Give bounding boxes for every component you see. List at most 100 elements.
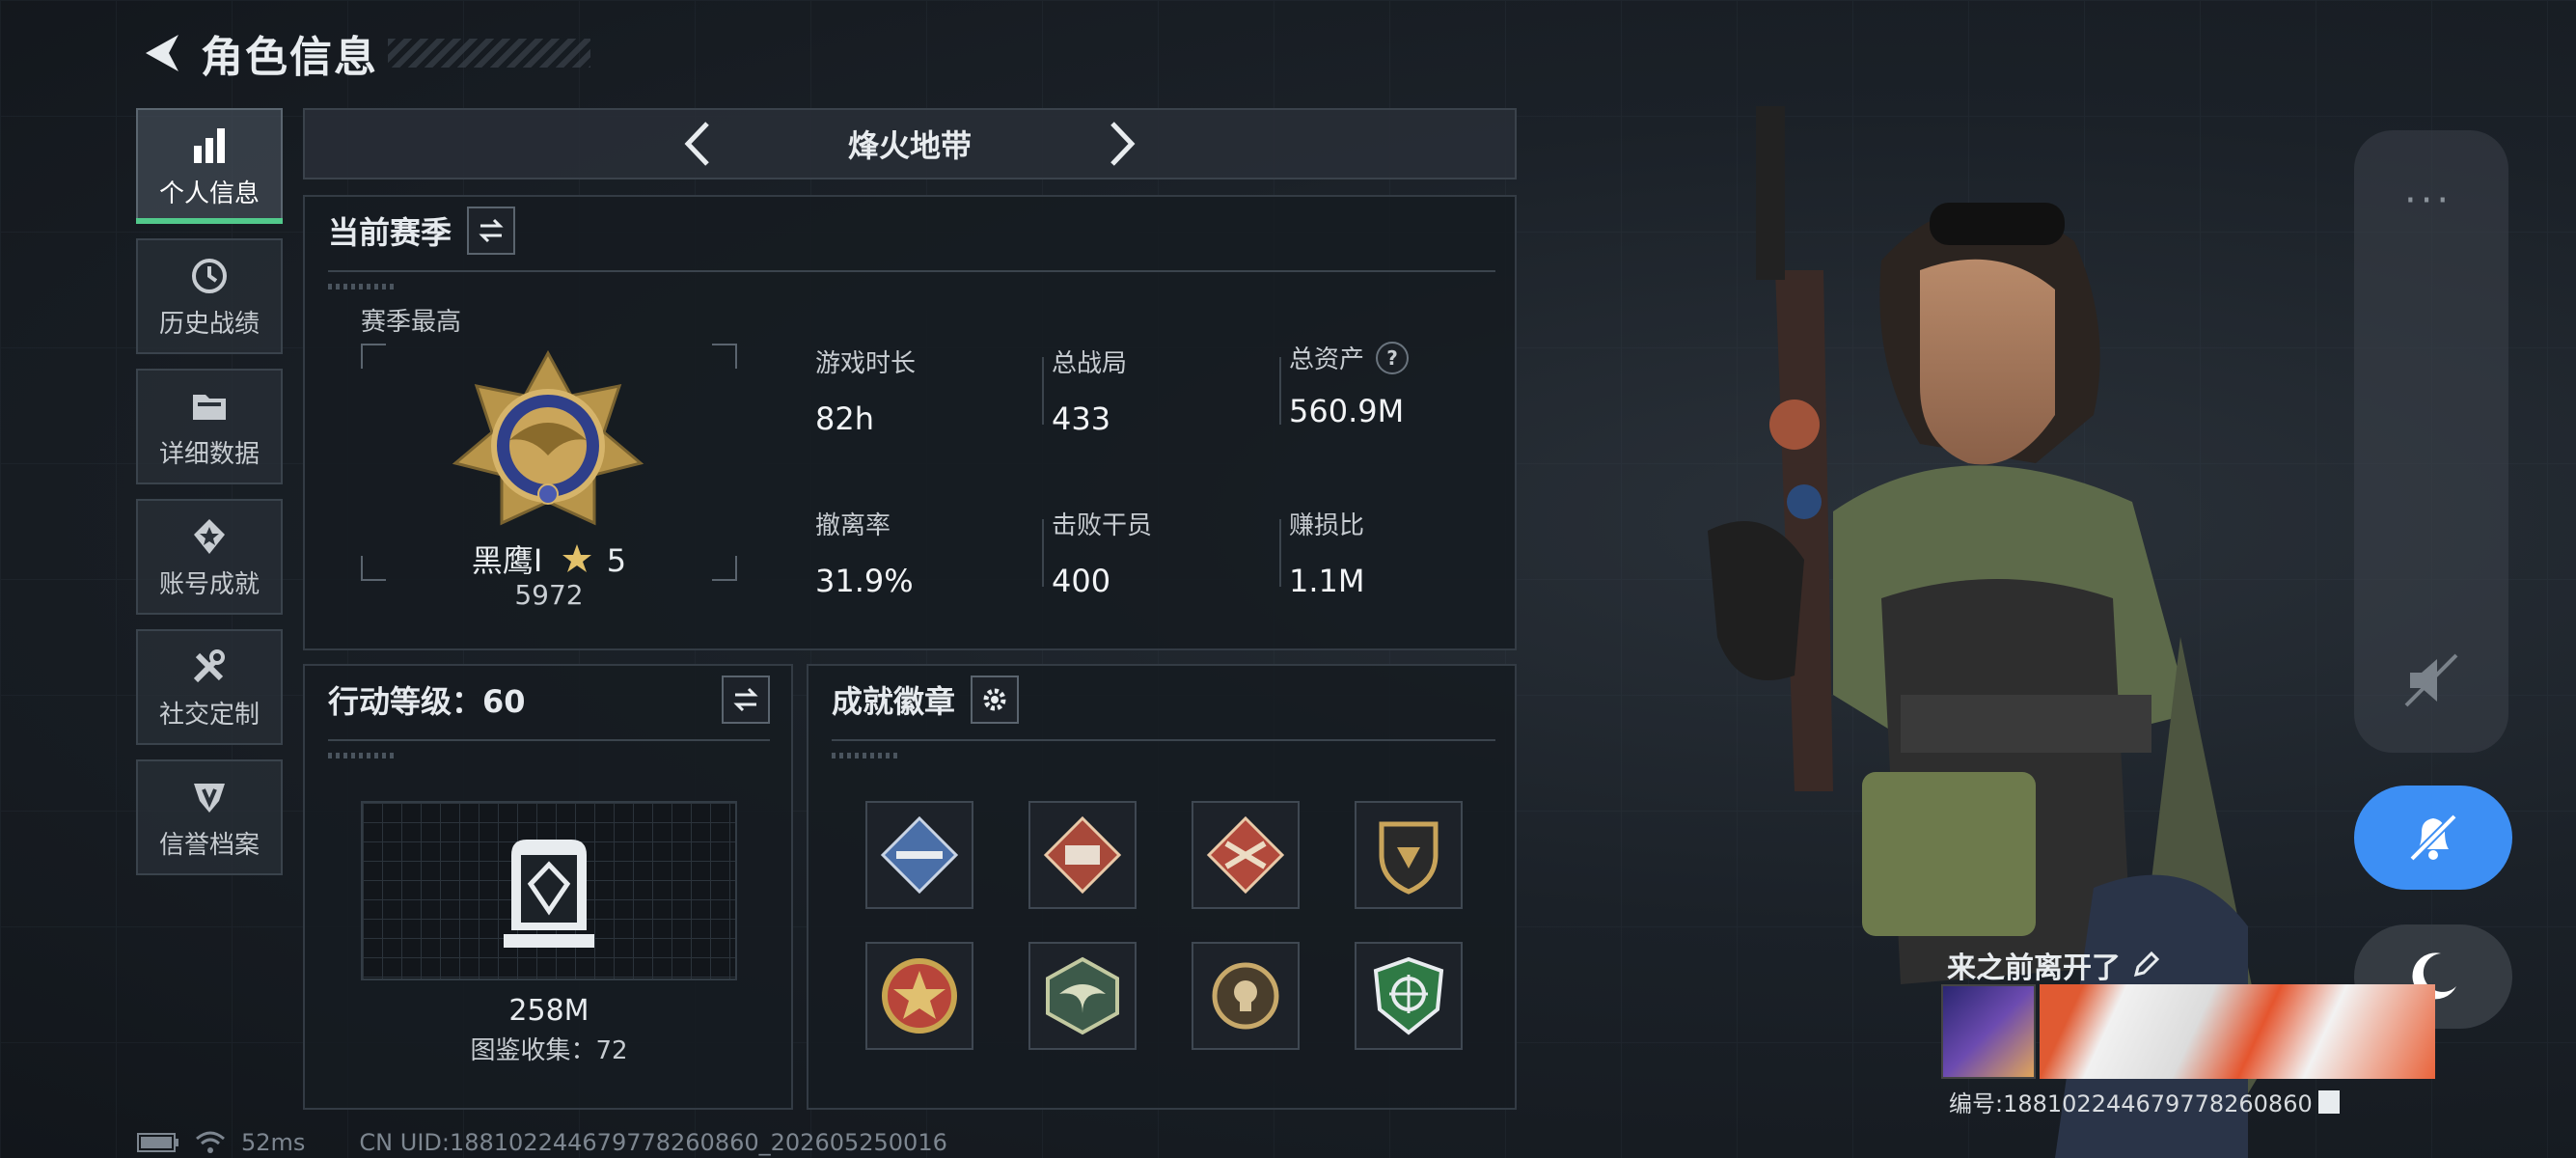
chevron-right-icon xyxy=(1110,122,1136,166)
decor-dashes xyxy=(328,284,394,290)
sidebar-item-social[interactable]: 社交定制 xyxy=(136,629,283,745)
level-switch-button[interactable] xyxy=(722,676,770,724)
speaker-mute-icon[interactable] xyxy=(2402,651,2460,709)
badges-divider xyxy=(832,739,1495,741)
sidebar-item-label: 个人信息 xyxy=(158,179,260,208)
copy-icon[interactable] xyxy=(2317,1089,2340,1114)
shield-icon xyxy=(187,775,232,819)
more-dots-icon[interactable]: ··· xyxy=(2404,179,2453,223)
stat-play-time: 游戏时长 82h xyxy=(815,344,916,437)
crossed-guns-badge-icon xyxy=(1206,815,1285,895)
swap-icon xyxy=(733,687,758,712)
next-mode-button[interactable] xyxy=(1093,115,1151,173)
notification-mute-button[interactable] xyxy=(2354,786,2512,890)
stat-total-matches: 总战局 433 xyxy=(1052,344,1127,437)
prev-mode-button[interactable] xyxy=(669,115,726,173)
sidebar-item-label: 社交定制 xyxy=(158,700,260,730)
truck-badge-icon xyxy=(1043,815,1122,895)
stat-value: 560.9M xyxy=(1289,393,1405,429)
sidebar-item-personal-info[interactable]: 个人信息 xyxy=(136,108,283,224)
stat-label: 击败干员 xyxy=(1052,511,1153,540)
profile-banner[interactable] xyxy=(2040,984,2435,1079)
serial-text: 编号:188102244679778260860 xyxy=(1949,1090,2313,1117)
badge-slot[interactable] xyxy=(865,942,973,1050)
nickname-text: 来之前离开了 xyxy=(1947,951,2121,985)
decor-dashes xyxy=(328,753,394,758)
back-button[interactable] xyxy=(135,26,189,80)
season-switch-button[interactable] xyxy=(467,207,516,255)
collection-count: 图鉴收集：72 xyxy=(470,1036,628,1065)
tools-icon xyxy=(187,645,232,689)
season-best-label: 赛季最高 xyxy=(361,308,462,337)
page-title: 角色信息 xyxy=(201,33,378,82)
display-case-icon xyxy=(504,840,594,948)
serial-number: 编号:188102244679778260860 xyxy=(1949,1085,2340,1118)
collection-value: 258M xyxy=(508,994,589,1028)
back-arrow-icon xyxy=(146,35,178,71)
rifle-badge-icon xyxy=(880,815,959,895)
badge-slot[interactable] xyxy=(1355,801,1463,909)
sidebar-item-detailed-data[interactable]: 详细数据 xyxy=(136,369,283,484)
stat-value: 82h xyxy=(815,400,874,437)
edit-pencil-icon[interactable] xyxy=(2132,951,2159,979)
stat-profit-ratio: 赚损比 1.1M xyxy=(1289,506,1365,599)
badge-slot[interactable] xyxy=(1028,801,1137,909)
badge-slot[interactable] xyxy=(1355,942,1463,1050)
stat-label-text: 总资产 xyxy=(1289,345,1365,374)
sidebar-item-label: 详细数据 xyxy=(158,439,260,469)
stat-value: 433 xyxy=(1052,400,1111,437)
stat-divider xyxy=(1279,519,1281,587)
mode-selector: 烽火地带 xyxy=(303,108,1517,179)
badge-slot[interactable] xyxy=(1192,942,1300,1050)
level-header: 行动等级：60 xyxy=(328,676,770,724)
shield-badge-icon xyxy=(1379,821,1439,895)
season-header: 当前赛季 xyxy=(328,207,516,255)
avatar[interactable] xyxy=(1941,984,2036,1079)
stat-value: 400 xyxy=(1052,563,1111,599)
history-icon xyxy=(187,254,232,298)
status-bar: 52ms CN UID:18810224467977826086​0_20260… xyxy=(137,1129,947,1156)
help-button[interactable]: ? xyxy=(1376,341,1410,374)
target-badge-icon xyxy=(1373,956,1444,1035)
bell-off-icon xyxy=(2409,813,2457,862)
stat-kills: 击败干员 400 xyxy=(1052,506,1152,599)
sidebar-item-history[interactable]: 历史战绩 xyxy=(136,238,283,354)
title-decoration xyxy=(388,39,590,68)
header: 角色信息 xyxy=(135,21,590,85)
stat-label: 总资产 ? xyxy=(1289,340,1410,375)
badge-slot[interactable] xyxy=(865,801,973,909)
rank-name: 黑鹰I 5 xyxy=(361,537,737,581)
sidebar-item-achievements[interactable]: 账号成就 xyxy=(136,499,283,615)
stat-divider xyxy=(1042,357,1044,425)
mode-title: 烽火地带 xyxy=(847,127,972,164)
sidebar: 个人信息 历史战绩 详细数据 账号成就 社交定制 信誉档案 xyxy=(136,108,283,890)
sidebar-item-label: 账号成就 xyxy=(158,569,260,599)
gear-icon xyxy=(983,688,1006,711)
badge-slot[interactable] xyxy=(1192,801,1300,909)
rank-name-text: 黑鹰I xyxy=(471,542,543,579)
season-divider xyxy=(328,270,1495,272)
badge-slot[interactable] xyxy=(1028,942,1137,1050)
uid-text: CN UID:18810224467977826086​0_2026052500… xyxy=(359,1129,947,1156)
ping-text: 52ms xyxy=(241,1129,306,1156)
chevron-left-icon xyxy=(684,122,709,166)
bar-chart-icon xyxy=(187,124,232,168)
swap-icon xyxy=(479,218,504,243)
rank-emblem-icon xyxy=(452,349,644,526)
level-divider xyxy=(328,739,770,741)
nickname: 来之前离开了 xyxy=(1947,944,2159,986)
badges-header: 成就徽章 xyxy=(832,676,1020,724)
stat-extract-rate: 撤离率 31.9% xyxy=(815,506,914,599)
sidebar-item-reputation[interactable]: 信誉档案 xyxy=(136,759,283,875)
stat-divider xyxy=(1279,357,1281,425)
level-title: 行动等级：60 xyxy=(328,683,526,720)
rank-score: 5972 xyxy=(514,579,584,611)
stat-label: 撤离率 xyxy=(815,511,891,540)
rank-stars: 5 xyxy=(606,542,627,579)
stat-label: 赚损比 xyxy=(1289,511,1365,540)
stat-divider xyxy=(1042,519,1044,587)
folder-icon xyxy=(187,384,232,428)
season-title: 当前赛季 xyxy=(328,214,452,251)
badges-settings-button[interactable] xyxy=(971,676,1020,724)
stat-value: 1.1M xyxy=(1289,563,1365,599)
